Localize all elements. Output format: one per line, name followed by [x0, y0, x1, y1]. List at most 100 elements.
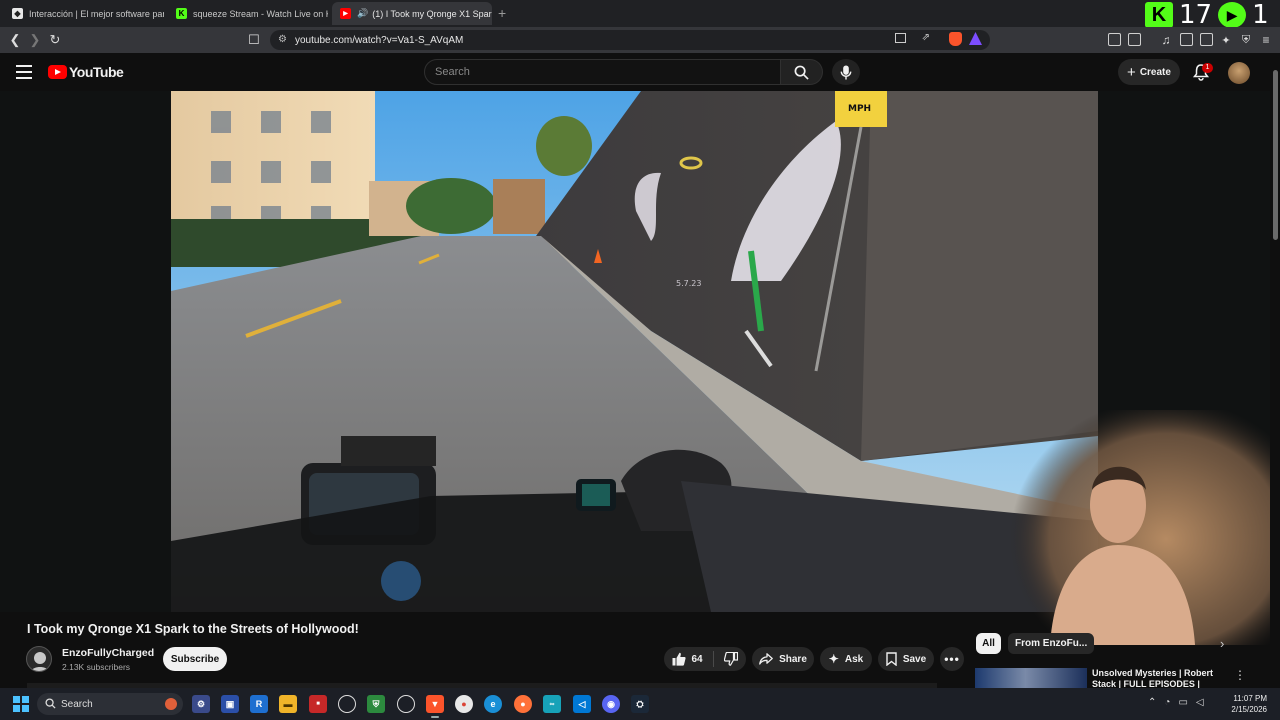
chip-all[interactable]: All: [976, 633, 1001, 654]
kick-logo-icon: K: [1145, 2, 1173, 28]
arduino-icon[interactable]: ∞: [543, 695, 561, 713]
firefox-icon[interactable]: ●: [514, 695, 532, 713]
channel-avatar[interactable]: [26, 646, 52, 672]
channel-avatar-image: [31, 652, 49, 671]
shield-app-icon[interactable]: ⛨: [367, 695, 385, 713]
new-tab-button[interactable]: +: [498, 5, 506, 21]
save-label: Save: [902, 653, 927, 665]
video-player[interactable]: 5.7.23 MPH: [171, 91, 1098, 612]
recommendation-thumbnail[interactable]: [975, 668, 1087, 690]
voice-search-button[interactable]: [832, 59, 860, 85]
hamburger-menu-icon[interactable]: [16, 65, 32, 79]
search-input[interactable]: Search: [424, 59, 781, 85]
red-app-icon[interactable]: ■: [309, 695, 327, 713]
search-button[interactable]: [781, 59, 823, 85]
chip-from-channel[interactable]: From EnzoFu...: [1008, 633, 1095, 654]
taskbar-search[interactable]: Search: [37, 693, 183, 715]
chevron-right-icon[interactable]: ›: [1220, 636, 1224, 651]
media-app-icon[interactable]: ▣: [221, 695, 239, 713]
scrollbar-thumb[interactable]: [1273, 70, 1278, 240]
site-info-icon[interactable]: ⚙: [278, 34, 287, 45]
thumbs-down-icon[interactable]: [723, 652, 738, 666]
chrome-icon[interactable]: ●: [455, 695, 473, 713]
system-clock[interactable]: 11:07 PM 2/15/2026: [1223, 693, 1267, 715]
browser-menu-icon[interactable]: ≡: [1257, 31, 1275, 49]
account-avatar[interactable]: [1228, 62, 1250, 84]
share-icon: [759, 653, 773, 665]
taskbar-search-label: Search: [61, 698, 93, 710]
kebab-menu-icon[interactable]: ⋮: [1234, 668, 1246, 682]
webcam-overlay: [1010, 410, 1270, 645]
vpn-icon[interactable]: ⛨: [1237, 31, 1255, 49]
display-icon[interactable]: ▭: [1178, 697, 1187, 708]
tab-kick-stream[interactable]: K squeeze Stream - Watch Live on Kick: [168, 2, 328, 25]
obs-icon[interactable]: [397, 695, 415, 713]
share-label: Share: [779, 653, 807, 665]
steam-icon[interactable]: ⛭: [631, 695, 649, 713]
tab-title: Interacción | El mejor software para p: [29, 8, 164, 19]
bookmark-icon[interactable]: ☐: [245, 31, 263, 49]
extensions-icon[interactable]: [1108, 33, 1121, 46]
media-icon[interactable]: ♫: [1157, 31, 1175, 49]
mural-date-text: 5.7.23: [676, 279, 701, 288]
recommendation-title[interactable]: Unsolved Mysteries | Robert Stack | FULL…: [1092, 668, 1222, 690]
video-title: I Took my Qronge X1 Spark to the Streets…: [27, 622, 359, 636]
sparkle-icon: ✦: [828, 652, 839, 666]
file-explorer-icon[interactable]: ▬: [279, 695, 297, 713]
kick-favicon-icon: K: [176, 8, 187, 19]
screenshot-icon[interactable]: [1128, 33, 1141, 46]
youtube-play-logo-icon: [48, 65, 67, 79]
tab-title: (1) I Took my Qronge X1 Spar: [372, 8, 492, 19]
wallet-icon[interactable]: [1200, 33, 1213, 46]
wifi-icon[interactable]: ◔: [1164, 697, 1170, 708]
system-tray: ⌃ ◔ ▭ ◁: [1148, 697, 1204, 708]
leo-ai-icon[interactable]: ✦: [1217, 31, 1235, 49]
cast-icon[interactable]: [895, 33, 906, 43]
kick-viewer-overlay: K 17 ▶ 1: [1145, 0, 1280, 30]
play-circle-icon: ▶: [1218, 2, 1247, 28]
channel-name[interactable]: EnzoFullyCharged: [62, 647, 154, 659]
clock-app-icon[interactable]: [338, 695, 356, 713]
tray-overflow-icon[interactable]: ⌃: [1148, 697, 1156, 708]
like-button[interactable]: 64: [672, 652, 703, 666]
bookmark-save-icon: [886, 652, 897, 666]
clock-date: 2/15/2026: [1231, 705, 1267, 714]
vscode-icon[interactable]: ◁: [573, 695, 591, 713]
share-page-icon[interactable]: ⇗: [922, 32, 930, 43]
sidebar-icon[interactable]: [1180, 33, 1193, 46]
speaker-icon: 🔊: [357, 8, 369, 18]
tab-title: squeeze Stream - Watch Live on Kick: [193, 8, 328, 19]
address-bar[interactable]: ⚙ youtube.com/watch?v=Va1-S_AVqAM ⇗: [270, 30, 990, 50]
create-button[interactable]: + Create: [1118, 59, 1180, 85]
back-icon[interactable]: ❮: [6, 31, 24, 49]
windows-taskbar: Search ⚙ ▣ R ▬ ■ ⛨ ▼ ● e ● ∞ ◁ ◉ ⛭ ⌃ ◔ ▭…: [0, 688, 1280, 720]
share-button[interactable]: Share: [752, 647, 814, 671]
forward-icon[interactable]: ❯: [26, 31, 44, 49]
youtube-logo[interactable]: YouTube: [48, 64, 124, 80]
like-dislike-group: 64: [664, 647, 746, 671]
network-app-icon[interactable]: ⚙: [192, 695, 210, 713]
r-app-icon[interactable]: R: [250, 695, 268, 713]
more-actions-button[interactable]: •••: [940, 647, 964, 671]
create-label: Create: [1139, 66, 1171, 78]
clock-time: 11:07 PM: [1233, 694, 1267, 703]
ask-button[interactable]: ✦ Ask: [820, 647, 872, 671]
tab-youtube-video[interactable]: ▶ 🔊 (1) I Took my Qronge X1 Spar ✕: [332, 2, 492, 25]
windows-start-icon[interactable]: [13, 696, 29, 712]
brave-rewards-icon[interactable]: [969, 32, 982, 45]
taskbar-search-icon: [45, 698, 56, 709]
edge-icon[interactable]: e: [484, 695, 502, 713]
microphone-icon: [840, 64, 852, 80]
search-highlight-icon: [165, 698, 177, 710]
tab-interaccion[interactable]: ◆ Interacción | El mejor software para p: [4, 2, 164, 25]
like-count: 64: [691, 653, 703, 665]
discord-icon[interactable]: ◉: [602, 695, 620, 713]
subscribe-button[interactable]: Subscribe: [163, 647, 227, 671]
save-button[interactable]: Save: [878, 647, 934, 671]
brave-browser-icon[interactable]: ▼: [426, 695, 444, 718]
search-icon: [794, 65, 809, 80]
brave-shields-icon[interactable]: [949, 32, 962, 46]
ask-label: Ask: [844, 653, 864, 665]
volume-icon[interactable]: ◁: [1196, 697, 1204, 708]
reload-icon[interactable]: ↻: [46, 31, 64, 49]
